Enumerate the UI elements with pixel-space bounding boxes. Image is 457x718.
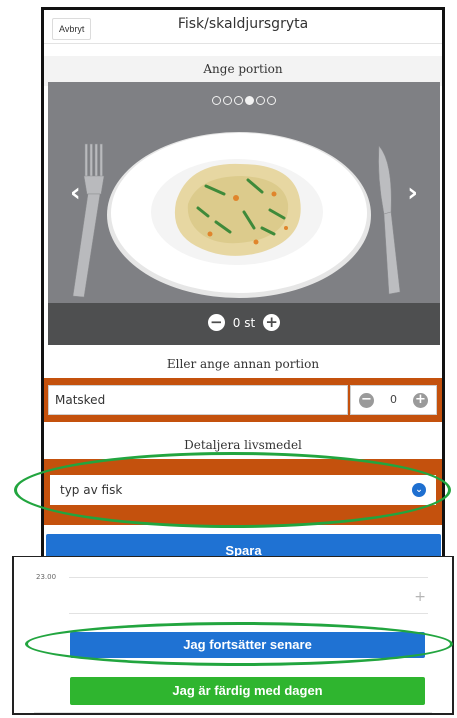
carousel-indicators (48, 96, 440, 105)
portion-counter-bar: − 0 st + (48, 303, 440, 345)
other-portion-heading: Eller ange annan portion (166, 357, 320, 371)
portion-count-value: 0 (232, 315, 241, 330)
quantity-stepper: − 0 + (350, 385, 437, 415)
timeline-divider (69, 577, 428, 578)
plus-icon[interactable]: + (414, 589, 426, 605)
carousel-dot-active[interactable] (245, 96, 254, 105)
fish-type-select[interactable]: typ av fisk ⌄ (50, 475, 436, 505)
portion-count-unit: st (244, 315, 256, 330)
dialog-title: Fisk/skaldjursgryta (177, 16, 309, 32)
chevron-left-icon[interactable]: ‹ (70, 180, 81, 206)
portion-photo-carousel[interactable]: ‹ › − 0 st + (48, 82, 440, 345)
carousel-dot[interactable] (267, 96, 276, 105)
detail-heading: Detaljera livsmedel (184, 438, 302, 452)
dialog-header: Avbryt Fisk/skaldjursgryta (44, 10, 442, 44)
food-portion-dialog: Avbryt Fisk/skaldjursgryta Ange portion (41, 7, 445, 564)
plus-circle-icon[interactable]: + (413, 393, 428, 408)
other-portion-row: Matsked − 0 + (44, 378, 442, 422)
time-label: 23.00 (36, 573, 57, 581)
bottom-divider (34, 712, 432, 713)
plus-circle-icon[interactable]: + (263, 314, 281, 331)
done-for-day-button[interactable]: Jag är färdig med dagen (70, 677, 425, 705)
minus-circle-icon[interactable]: − (207, 314, 225, 331)
carousel-dot[interactable] (256, 96, 265, 105)
detail-select-area: typ av fisk ⌄ (44, 459, 442, 525)
day-summary-panel: 23.00 + Jag fortsätter senare Jag är fär… (12, 556, 454, 715)
continue-later-button[interactable]: Jag fortsätter senare (70, 632, 425, 658)
portion-count: 0 st (233, 316, 255, 330)
timeline-divider (69, 613, 428, 614)
carousel-dot[interactable] (223, 96, 232, 105)
chevron-down-circle-icon: ⌄ (412, 483, 426, 497)
chevron-right-icon[interactable]: › (407, 180, 418, 206)
carousel-dot[interactable] (212, 96, 221, 105)
fish-type-select-value: typ av fisk (60, 483, 123, 497)
carousel-dot[interactable] (234, 96, 243, 105)
measure-unit-field[interactable]: Matsked (48, 385, 348, 415)
